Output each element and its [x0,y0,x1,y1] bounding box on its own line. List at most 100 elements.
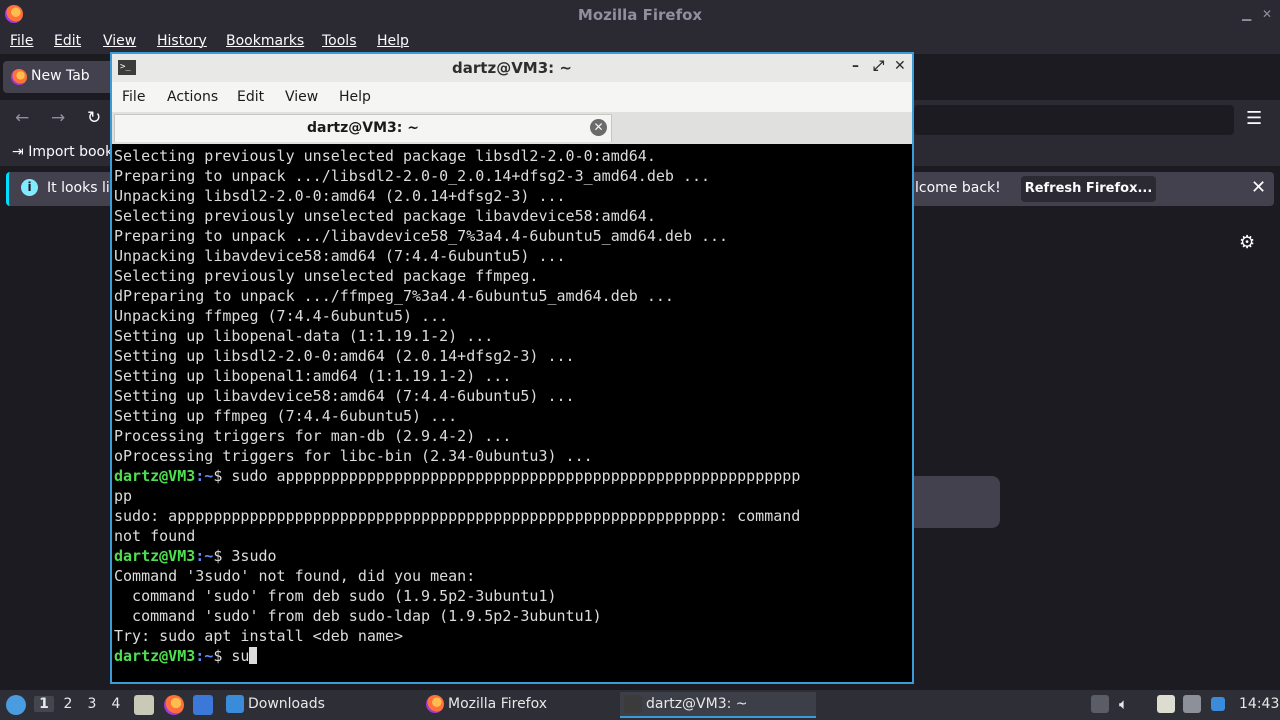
terminal-output-line: pp [114,486,910,506]
terminal-output-line: Selecting previously unselected package … [114,266,910,286]
reload-icon[interactable]: ↻ [87,108,101,128]
import-bookmarks-button[interactable]: ⇥ Import book [12,144,113,160]
task-terminal[interactable]: dartz@VM3: ~ [620,692,816,718]
prompt-user: dartz@VM3 [114,467,196,485]
show-desktop-icon[interactable] [193,695,213,715]
refresh-firefox-button[interactable]: Refresh Firefox... [1021,176,1156,202]
term-menu-view[interactable]: View [285,89,318,105]
volume-icon[interactable]: 🔈︎ [1119,695,1137,713]
task-label: Mozilla Firefox [448,696,548,712]
workspace-4[interactable]: 4 [106,696,126,712]
menu-bookmarks[interactable]: Bookmarks [226,33,304,49]
output-text: Preparing to unpack .../libsdl2-2.0-0_2.… [114,167,711,185]
menu-view[interactable]: View [103,33,136,49]
prompt-symbol: $ [213,467,232,485]
clipboard-icon[interactable] [1157,695,1175,713]
firefox-favicon-icon [11,69,27,85]
tab-new-tab[interactable]: New Tab [3,61,123,93]
settings-gear-icon[interactable]: ⚙ [1239,232,1255,253]
close-window-icon[interactable]: ✕ [1262,7,1272,21]
terminal-output-line: Setting up libopenal1:amd64 (1:1.19.1-2)… [114,366,910,386]
term-menu-edit[interactable]: Edit [237,89,264,105]
terminal-tab[interactable]: dartz@VM3: ~ ✕ [114,114,612,142]
terminal-output-line: not found [114,526,910,546]
prompt-symbol: $ [213,647,232,665]
text-cursor [249,647,258,664]
terminal-output-line: Selecting previously unselected package … [114,206,910,226]
output-text: Command '3sudo' not found, did you mean: [114,567,476,585]
output-text: dPreparing to unpack .../ffmpeg_7%3a4.4-… [114,287,674,305]
minimize-icon[interactable]: – [852,58,859,74]
term-menu-help[interactable]: Help [339,89,371,105]
hamburger-menu-icon[interactable]: ☰ [1246,108,1262,129]
terminal-output[interactable]: Selecting previously unselected package … [114,146,910,682]
close-window-icon[interactable]: ✕ [894,58,906,74]
workspace-2[interactable]: 2 [58,696,78,712]
close-notification-icon[interactable]: ✕ [1251,177,1266,198]
menu-tools[interactable]: Tools [322,33,357,49]
firefox-menubar: File Edit View History Bookmarks Tools H… [0,30,1280,54]
output-text: Selecting previously unselected package … [114,267,539,285]
tray-up-icon[interactable] [1091,695,1109,713]
term-menu-actions[interactable]: Actions [167,89,218,105]
notification-message-tail: lcome back! [915,180,1001,196]
task-firefox[interactable]: Mozilla Firefox [422,692,612,718]
terminal-menubar: File Actions Edit View Help [112,82,912,112]
folder-icon [226,695,244,713]
menu-file[interactable]: File [10,33,33,49]
terminal-prompt-line: dartz@VM3:~$ su [114,646,910,666]
forward-icon[interactable]: → [51,108,65,128]
menu-help[interactable]: Help [377,33,409,49]
back-icon[interactable]: ← [15,108,29,128]
terminal-prompt-line: dartz@VM3:~$ 3sudo [114,546,910,566]
terminal-prompt-line: dartz@VM3:~$ sudo appppppppppppppppppppp… [114,466,910,486]
info-icon: i [21,179,38,196]
term-menu-file[interactable]: File [122,89,145,105]
prompt-user: dartz@VM3 [114,547,196,565]
firefox-titlebar: Mozilla Firefox ▁ ✕ [0,0,1280,30]
notification-icon[interactable] [1211,697,1225,711]
terminal-tab-label: dartz@VM3: ~ [307,120,419,136]
output-text: Unpacking ffmpeg (7:4.4-6ubuntu5) ... [114,307,449,325]
network-icon[interactable] [1183,695,1201,713]
terminal-output-line: Unpacking libavdevice58:amd64 (7:4.4-6ub… [114,246,910,266]
taskbar: 1 2 3 4 Downloads Mozilla Firefox dartz@… [0,690,1280,720]
workspace-3[interactable]: 3 [82,696,102,712]
file-manager-launcher-icon[interactable] [134,695,154,715]
terminal-output-line: Setting up libopenal-data (1:1.19.1-2) .… [114,326,910,346]
output-text: Setting up libsdl2-2.0-0:amd64 (2.0.14+d… [114,347,575,365]
firefox-window-title: Mozilla Firefox [577,6,703,24]
output-text: sudo: appppppppppppppppppppppppppppppppp… [114,507,801,525]
url-bar[interactable] [914,105,1234,135]
task-downloads[interactable]: Downloads [222,692,412,718]
prompt-path: :~ [195,547,214,565]
terminal-icon [624,695,642,713]
notification-message: It looks lik [47,180,118,196]
terminal-output-line: Selecting previously unselected package … [114,146,910,166]
output-text: Unpacking libsdl2-2.0-0:amd64 (2.0.14+df… [114,187,566,205]
terminal-tabstrip: dartz@VM3: ~ ✕ [112,112,912,144]
maximize-icon[interactable]: ⤢ [873,58,884,74]
output-text: command 'sudo' from deb sudo-ldap (1.9.5… [114,607,602,625]
task-label: Downloads [248,696,325,712]
menu-edit[interactable]: Edit [54,33,81,49]
content-card[interactable] [914,476,1000,528]
command-text: su [231,647,250,665]
terminal-window: >_ dartz@VM3: ~ – ⤢ ✕ File Actions Edit … [110,52,914,684]
clock: 14:43 [1239,696,1280,712]
terminal-output-line: Processing triggers for man-db (2.9.4-2)… [114,426,910,446]
start-menu-icon[interactable] [6,695,26,715]
menu-history[interactable]: History [157,33,207,49]
tab-label: New Tab [31,68,90,84]
import-bookmarks-label: Import book [28,144,114,160]
terminal-output-line: command 'sudo' from deb sudo (1.9.5p2-3u… [114,586,910,606]
firefox-launcher-icon[interactable] [164,695,184,715]
close-tab-icon[interactable]: ✕ [590,119,607,136]
minimize-icon[interactable]: ▁ [1242,7,1251,21]
terminal-window-title: dartz@VM3: ~ [452,59,572,77]
terminal-titlebar[interactable]: >_ dartz@VM3: ~ – ⤢ ✕ [112,54,912,82]
terminal-output-line: Preparing to unpack .../libavdevice58_7%… [114,226,910,246]
terminal-output-line: Preparing to unpack .../libsdl2-2.0-0_2.… [114,166,910,186]
workspace-1[interactable]: 1 [34,696,54,712]
terminal-output-line: Setting up ffmpeg (7:4.4-6ubuntu5) ... [114,406,910,426]
